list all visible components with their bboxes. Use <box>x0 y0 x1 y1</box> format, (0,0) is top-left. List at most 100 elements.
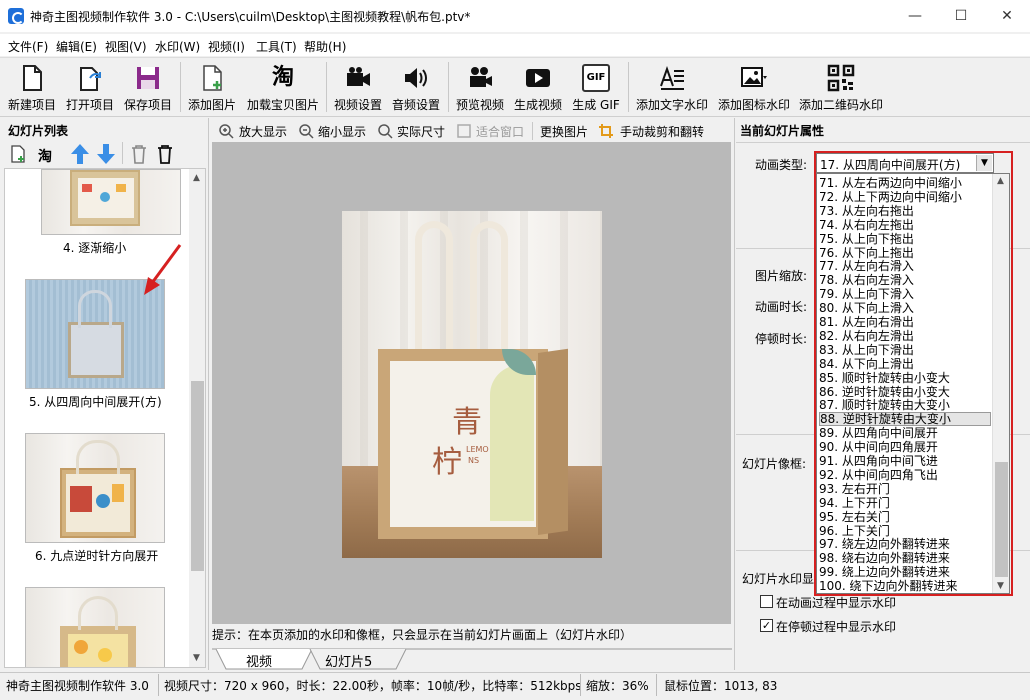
dropdown-scrollbar[interactable]: ▲ ▼ <box>992 174 1009 593</box>
anim-type-dropdown-list[interactable]: 71. 从左右两边向中间缩小 72. 从上下两边向中间缩小 73. 从左向右拖出 74… <box>816 173 1010 594</box>
show-watermark-during-anim-checkbox[interactable] <box>760 595 773 608</box>
movie-camera-icon <box>470 67 492 87</box>
add-image-icon <box>203 65 222 91</box>
toolbar-separator <box>326 62 327 112</box>
menu-file[interactable]: 文件(F) <box>8 38 48 55</box>
crop-icon[interactable] <box>598 123 614 139</box>
add-text-watermark-button[interactable]: 添加文字水印 <box>632 60 712 114</box>
clear-icon[interactable] <box>156 144 174 164</box>
dropdown-option[interactable]: 94. 上下开门 <box>819 496 991 510</box>
dropdown-option[interactable]: 92. 从中间向四角飞出 <box>819 468 991 482</box>
chevron-down-icon[interactable]: ▼ <box>976 155 992 171</box>
zoom-out-icon[interactable] <box>298 123 314 139</box>
dropdown-option[interactable]: 90. 从中间向四角展开 <box>819 440 991 454</box>
move-down-icon[interactable] <box>96 143 116 165</box>
actual-size-icon[interactable] <box>377 123 393 139</box>
move-up-icon[interactable] <box>70 143 90 165</box>
dropdown-option[interactable]: 95. 左右关门 <box>819 510 991 524</box>
tab-slide-5[interactable]: 幻灯片5 <box>325 651 372 670</box>
menu-watermark[interactable]: 水印(W) <box>155 38 200 55</box>
dropdown-option[interactable]: 91. 从四角向中间飞进 <box>819 454 991 468</box>
dropdown-option[interactable]: 76. 从下向上拖出 <box>819 246 991 260</box>
menu-video[interactable]: 视频(I) <box>208 38 245 55</box>
menu-tools[interactable]: 工具(T) <box>256 38 297 55</box>
dropdown-option[interactable]: 84. 从下向上滑出 <box>819 357 991 371</box>
dropdown-option[interactable]: 87. 顺时针旋转由大变小 <box>819 398 991 412</box>
dropdown-option[interactable]: 83. 从上向下滑出 <box>819 343 991 357</box>
delete-icon[interactable] <box>130 144 148 164</box>
slide-thumbnail-7[interactable] <box>25 587 165 667</box>
zoom-out-button[interactable]: 缩小显示 <box>318 123 366 140</box>
actual-size-button[interactable]: 实际尺寸 <box>397 123 445 140</box>
generate-video-label: 生成视频 <box>513 98 562 112</box>
dropdown-option[interactable]: 71. 从左右两边向中间缩小 <box>819 176 991 190</box>
dropdown-option[interactable]: 77. 从左向右滑入 <box>819 259 991 273</box>
qrcode-icon <box>827 64 855 92</box>
minimize-button[interactable]: — <box>892 0 938 32</box>
hint-text: 提示：在本页添加的水印和像框，只会显示在当前幻灯片画面上（幻灯片水印） <box>212 628 633 642</box>
fit-window-button[interactable]: 适合窗口 <box>476 123 524 140</box>
slide-list-scrollbar[interactable]: ▲ ▼ <box>189 169 205 667</box>
dropdown-option[interactable]: 93. 左右开门 <box>819 482 991 496</box>
dropdown-option[interactable]: 74. 从右向左拖出 <box>819 218 991 232</box>
crop-flip-button[interactable]: 手动裁剪和翻转 <box>620 123 704 140</box>
add-text-watermark-label: 添加文字水印 <box>635 98 708 112</box>
anim-type-select[interactable]: 17. 从四周向中间展开(方) ▼ <box>816 153 994 173</box>
slide-thumbnail-6[interactable] <box>25 433 165 543</box>
status-video-info: 视频尺寸：720 x 960，时长：22.00秒，帧率：10帧/秒，比特率：51… <box>164 679 582 693</box>
dropdown-option[interactable]: 81. 从左向右滑出 <box>819 315 991 329</box>
dropdown-option[interactable]: 72. 从上下两边向中间缩小 <box>819 190 991 204</box>
dropdown-option[interactable]: 79. 从上向下滑入 <box>819 287 991 301</box>
dropdown-option[interactable]: 73. 从左向右拖出 <box>819 204 991 218</box>
pause-duration-label: 停顿时长: <box>755 332 808 346</box>
generate-gif-button[interactable]: GIF 生成 GIF <box>568 60 624 114</box>
dropdown-option[interactable]: 85. 顺时针旋转由小变大 <box>819 371 991 385</box>
load-taobao-button[interactable]: 淘 加载宝贝图片 <box>244 60 322 114</box>
dropdown-option[interactable]: 78. 从右向左滑入 <box>819 273 991 287</box>
menu-view[interactable]: 视图(V) <box>105 38 147 55</box>
dropdown-option[interactable]: 82. 从右向左滑出 <box>819 329 991 343</box>
generate-video-button[interactable]: 生成视频 <box>510 60 566 114</box>
dropdown-option[interactable]: 75. 从上向下拖出 <box>819 232 991 246</box>
taobao-icon[interactable]: 淘 <box>38 146 52 166</box>
text-watermark-icon <box>660 65 684 90</box>
dropdown-option[interactable]: 99. 绕上边向外翻转进来 <box>819 565 991 579</box>
status-separator <box>580 674 581 696</box>
slide-preview-image[interactable]: 青 柠 LEMO NS <box>342 211 602 558</box>
dropdown-option[interactable]: 88. 逆时针旋转由大变小 <box>819 412 991 427</box>
dropdown-option[interactable]: 89. 从四角向中间展开 <box>819 426 991 440</box>
close-button[interactable]: ✕ <box>984 0 1030 32</box>
taobao-icon: 淘 <box>271 65 294 90</box>
add-image-watermark-button[interactable]: 添加图标水印 <box>714 60 794 114</box>
preview-video-button[interactable]: 预览视频 <box>452 60 508 114</box>
menu-help[interactable]: 帮助(H) <box>304 38 346 55</box>
add-slide-icon[interactable] <box>8 144 28 164</box>
new-project-button[interactable]: 新建项目 <box>4 60 60 114</box>
zoom-in-button[interactable]: 放大显示 <box>239 123 287 140</box>
dropdown-option[interactable]: 97. 绕左边向外翻转进来 <box>819 537 991 551</box>
show-watermark-during-pause-checkbox[interactable]: ✓ <box>760 619 773 632</box>
change-image-button[interactable]: 更换图片 <box>540 123 588 140</box>
dropdown-option[interactable]: 86. 逆时针旋转由小变大 <box>819 385 991 399</box>
open-project-label: 打开项目 <box>65 98 114 112</box>
audio-settings-button[interactable]: 音频设置 <box>388 60 444 114</box>
slide-label-5: 5. 从四周向中间展开(方) <box>29 395 162 409</box>
dropdown-option[interactable]: 100. 绕下边向外翻转进来 <box>819 579 991 593</box>
add-qrcode-watermark-button[interactable]: 添加二维码水印 <box>796 60 886 114</box>
dropdown-option[interactable]: 80. 从下向上滑入 <box>819 301 991 315</box>
show-watermark-during-pause-label[interactable]: 在停顿过程中显示水印 <box>776 618 896 635</box>
add-image-button[interactable]: 添加图片 <box>184 60 240 114</box>
maximize-button[interactable]: ☐ <box>938 0 984 32</box>
zoom-in-icon[interactable] <box>218 123 234 139</box>
status-zoom: 缩放：36% <box>586 679 649 693</box>
tab-video[interactable]: 视频 <box>246 651 272 670</box>
dropdown-option[interactable]: 98. 绕右边向外翻转进来 <box>819 551 991 565</box>
slide-thumbnail-4[interactable] <box>41 169 181 235</box>
show-watermark-during-anim-label[interactable]: 在动画过程中显示水印 <box>776 594 896 611</box>
properties-title: 当前幻灯片属性 <box>740 124 825 138</box>
open-project-button[interactable]: 打开项目 <box>62 60 118 114</box>
video-settings-button[interactable]: 视频设置 <box>330 60 386 114</box>
save-project-button[interactable]: 保存项目 <box>120 60 176 114</box>
dropdown-option[interactable]: 96. 上下关门 <box>819 524 991 538</box>
menu-edit[interactable]: 编辑(E) <box>56 38 97 55</box>
